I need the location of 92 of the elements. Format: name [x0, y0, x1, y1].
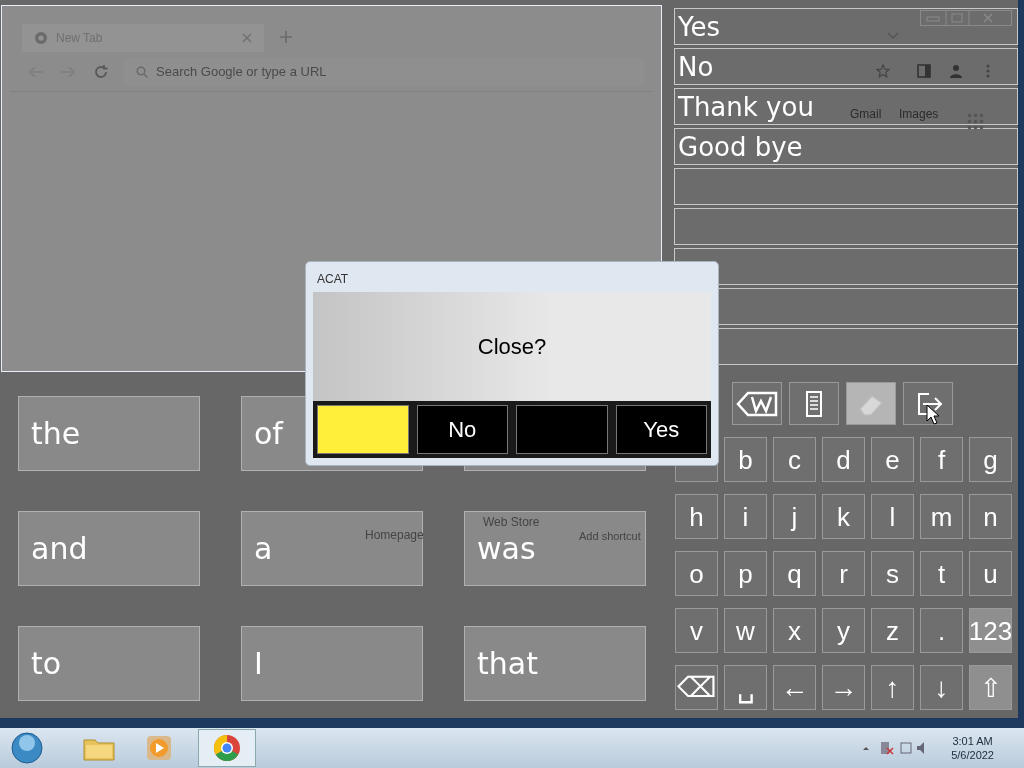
- phrase-text[interactable]: Thank you: [678, 93, 814, 120]
- more-icon[interactable]: [986, 64, 990, 78]
- dialog-button[interactable]: No: [416, 405, 508, 454]
- window-controls-icon[interactable]: [920, 10, 1012, 26]
- keyboard-key[interactable]: r: [822, 551, 865, 596]
- word-text[interactable]: that: [477, 648, 538, 679]
- address-placeholder: Search Google or type a URL: [156, 63, 327, 82]
- keyboard-key[interactable]: s: [871, 551, 914, 596]
- shortcut-label[interactable]: Homepage: [365, 526, 424, 544]
- keyboard-key[interactable]: ↑: [871, 665, 914, 710]
- search-icon: [136, 66, 148, 78]
- dialog-title: ACAT: [316, 271, 350, 288]
- toolbar-button[interactable]: [903, 382, 953, 425]
- shortcut-label[interactable]: Add shortcut: [579, 529, 641, 543]
- keyboard-key[interactable]: m: [920, 494, 963, 539]
- word-prediction-key[interactable]: and: [18, 511, 200, 586]
- taskbar-button[interactable]: [198, 729, 256, 767]
- keyboard-key[interactable]: ⌫: [675, 665, 718, 710]
- word-prediction-key[interactable]: I: [241, 626, 423, 701]
- keyboard-key[interactable]: v: [675, 608, 718, 653]
- chrome-icon: [212, 733, 242, 763]
- keyboard-key[interactable]: ↓: [920, 665, 963, 710]
- keyboard-key[interactable]: q: [773, 551, 816, 596]
- phrase-slot[interactable]: [674, 168, 1018, 205]
- word-prediction-key[interactable]: Web Store was Add shortcut: [464, 511, 646, 586]
- keyboard-key[interactable]: ←: [773, 665, 816, 710]
- header-link[interactable]: Gmail: [850, 107, 882, 121]
- phrase-slot[interactable]: Good bye: [674, 128, 1018, 165]
- word-text[interactable]: I: [254, 648, 263, 679]
- word-text[interactable]: to: [31, 648, 62, 679]
- word-prediction-key[interactable]: the: [18, 396, 200, 471]
- keyboard-key[interactable]: ␣: [724, 665, 767, 710]
- keyboard-key[interactable]: x: [773, 608, 816, 653]
- phrase-text[interactable]: Good bye: [678, 133, 803, 160]
- keyboard-key[interactable]: w: [724, 608, 767, 653]
- phrase-text[interactable]: Yes: [678, 13, 720, 40]
- keyboard-key[interactable]: 123: [969, 608, 1012, 653]
- dialog-button[interactable]: [317, 405, 409, 454]
- word-text[interactable]: was: [477, 533, 536, 564]
- keyboard-key[interactable]: c: [773, 437, 816, 482]
- keyboard-key[interactable]: u: [969, 551, 1012, 596]
- dialog-button[interactable]: Yes: [615, 405, 707, 454]
- keyboard-key[interactable]: b: [724, 437, 767, 482]
- keyboard-key[interactable]: .: [920, 608, 963, 653]
- keyboard-key[interactable]: n: [969, 494, 1012, 539]
- reload-icon[interactable]: [93, 64, 109, 80]
- phrase-slot[interactable]: Yes: [674, 8, 1018, 45]
- word-text[interactable]: the: [31, 418, 81, 449]
- keyboard-key[interactable]: p: [724, 551, 767, 596]
- keyboard-key[interactable]: g: [969, 437, 1012, 482]
- keyboard-key[interactable]: ⇧: [969, 665, 1012, 710]
- mouse-cursor-icon: [926, 404, 940, 425]
- toolbar-button[interactable]: [732, 382, 782, 425]
- clock-time[interactable]: 3:01 AM: [952, 734, 993, 748]
- phrase-slot[interactable]: [674, 208, 1018, 245]
- toolbar-button[interactable]: [789, 382, 839, 425]
- word-prediction-key[interactable]: to: [18, 626, 200, 701]
- phrase-slot[interactable]: [674, 248, 1018, 285]
- dialog-message: Close?: [476, 333, 548, 361]
- keyboard-key[interactable]: z: [871, 608, 914, 653]
- close-icon[interactable]: [242, 33, 252, 43]
- keyboard-key[interactable]: h: [675, 494, 718, 539]
- keyboard-key[interactable]: j: [773, 494, 816, 539]
- keyboard-key[interactable]: i: [724, 494, 767, 539]
- chrome-icon: [34, 31, 48, 45]
- shortcut-label[interactable]: Web Store: [483, 515, 540, 529]
- keyboard-key[interactable]: o: [675, 551, 718, 596]
- clock-date[interactable]: 5/6/2022: [951, 748, 994, 762]
- phrase-text[interactable]: No: [678, 53, 714, 80]
- header-link[interactable]: Images: [899, 107, 939, 121]
- keyboard-key[interactable]: y: [822, 608, 865, 653]
- plus-icon[interactable]: [279, 30, 293, 44]
- side-panel-icon[interactable]: [917, 64, 931, 78]
- word-text[interactable]: of: [254, 418, 283, 449]
- star-icon[interactable]: [876, 64, 890, 78]
- word-text[interactable]: and: [31, 533, 88, 564]
- keyboard-key[interactable]: e: [871, 437, 914, 482]
- dialog-button[interactable]: [516, 405, 608, 454]
- keyboard-key[interactable]: d: [822, 437, 865, 482]
- word-prediction-key[interactable]: that: [464, 626, 646, 701]
- media-player-icon[interactable]: [144, 733, 174, 763]
- keyboard-key[interactable]: f: [920, 437, 963, 482]
- keyboard-key[interactable]: →: [822, 665, 865, 710]
- keyboard-key[interactable]: l: [871, 494, 914, 539]
- phrase-slot[interactable]: Thank you Gmail Images: [674, 88, 1018, 125]
- start-orb-icon[interactable]: [10, 731, 44, 765]
- profile-icon[interactable]: [948, 63, 964, 79]
- word-text[interactable]: a: [254, 533, 273, 564]
- apps-grid-icon[interactable]: [967, 113, 984, 130]
- keyboard-key[interactable]: t: [920, 551, 963, 596]
- phrase-slot[interactable]: No: [674, 48, 1018, 85]
- keyboard-key[interactable]: k: [822, 494, 865, 539]
